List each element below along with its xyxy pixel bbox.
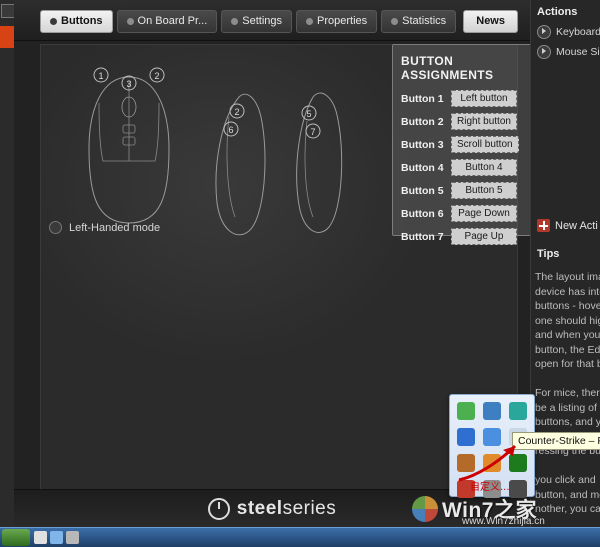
window-topbar: Buttons On Board Pr... Settings Properti…: [14, 0, 530, 41]
button-assignments-panel: BUTTON ASSIGNMENTS Button 1 Left button …: [392, 44, 536, 236]
assignment-row[interactable]: Button 5 Button 5: [393, 180, 535, 201]
action-item-keyboard[interactable]: Keyboard...: [531, 22, 600, 42]
tray-icon-teal[interactable]: [509, 402, 527, 420]
red-accent-block: [0, 26, 14, 48]
button-assignments-title: BUTTON ASSIGNMENTS: [393, 45, 535, 88]
tab-label: Settings: [242, 11, 282, 32]
taskbar-icon-camera[interactable]: [34, 531, 47, 544]
assignment-value[interactable]: Page Up: [451, 228, 517, 245]
tab-label: Properties: [317, 11, 367, 32]
tips-title: Tips: [537, 248, 559, 260]
tab-icon: [127, 18, 134, 25]
assignment-row[interactable]: Button 7 Page Up: [393, 226, 535, 247]
action-item-mouse[interactable]: Mouse Sin...: [531, 42, 600, 62]
brand-name: steelseries: [237, 498, 337, 520]
action-label: Keyboard...: [556, 26, 600, 38]
tab-label: Buttons: [61, 11, 103, 32]
tab-onboard-profiles[interactable]: On Board Pr...: [117, 10, 218, 33]
tips-body: The layout imag device has inter buttons…: [535, 270, 600, 517]
assignment-value[interactable]: Button 4: [451, 159, 517, 176]
play-icon: [537, 25, 551, 39]
start-button[interactable]: [2, 529, 30, 546]
left-handed-mode-toggle[interactable]: Left-Handed mode: [49, 221, 160, 234]
watermark-logo-icon: [412, 496, 438, 522]
assignment-row[interactable]: Button 1 Left button: [393, 88, 535, 109]
watermark-subtext: www.Win7zhijia.cn: [462, 516, 545, 527]
tab-label: On Board Pr...: [138, 11, 208, 32]
svg-text:5: 5: [306, 109, 311, 119]
tab-icon: [50, 18, 57, 25]
svg-text:3: 3: [126, 79, 131, 89]
application-root: Buttons On Board Pr... Settings Properti…: [0, 0, 600, 547]
action-label: Mouse Sin...: [556, 46, 600, 58]
taskbar-icon-app[interactable]: [66, 531, 79, 544]
assignment-value[interactable]: Page Down: [451, 205, 517, 222]
brand-name-bold: steel: [237, 498, 283, 519]
radio-icon[interactable]: [49, 221, 62, 234]
desktop-left-strip: [0, 0, 14, 547]
assignment-label: Button 2: [401, 116, 451, 128]
svg-text:7: 7: [310, 127, 315, 137]
assignment-label: Button 7: [401, 231, 451, 243]
tab-buttons[interactable]: Buttons: [40, 10, 113, 33]
svg-text:6: 6: [228, 125, 233, 135]
assignment-label: Button 6: [401, 208, 451, 220]
tab-icon: [391, 18, 398, 25]
annotation-text: 自定义...: [470, 478, 510, 493]
tab-icon: [231, 18, 238, 25]
tab-properties[interactable]: Properties: [296, 10, 377, 33]
tray-tooltip: Counter-Strike – Fna: [512, 432, 600, 450]
assignment-label: Button 4: [401, 162, 451, 174]
svg-text:1: 1: [98, 71, 103, 81]
tab-icon: [306, 18, 313, 25]
tab-label: Statistics: [402, 11, 446, 32]
assignment-label: Button 5: [401, 185, 451, 197]
svg-text:2: 2: [234, 107, 239, 117]
taskbar-icon-explorer[interactable]: [50, 531, 63, 544]
left-handed-mode-label: Left-Handed mode: [69, 222, 160, 234]
assignment-label: Button 3: [401, 139, 451, 151]
svg-text:2: 2: [154, 71, 159, 81]
tab-statistics[interactable]: Statistics: [381, 10, 456, 33]
tab-bar: Buttons On Board Pr... Settings Properti…: [40, 10, 456, 33]
assignment-label: Button 1: [401, 93, 451, 105]
tray-icon-network[interactable]: [483, 402, 501, 420]
assignment-row[interactable]: Button 4 Button 4: [393, 157, 535, 178]
windows-taskbar: [0, 527, 600, 547]
steelseries-logo-icon: [208, 498, 230, 520]
brand-name-light: series: [283, 498, 337, 519]
desktop-icon[interactable]: [1, 4, 15, 18]
assignment-row[interactable]: Button 6 Page Down: [393, 203, 535, 224]
assignment-value[interactable]: Scroll button: [451, 136, 519, 153]
play-icon: [537, 45, 551, 59]
assignment-value[interactable]: Left button: [451, 90, 517, 107]
assignment-value[interactable]: Right button: [451, 113, 517, 130]
assignment-value[interactable]: Button 5: [451, 182, 517, 199]
assignment-row[interactable]: Button 3 Scroll button: [393, 134, 535, 155]
tab-settings[interactable]: Settings: [221, 10, 292, 33]
plus-icon: [537, 219, 550, 232]
new-action-button[interactable]: New Acti: [537, 219, 598, 232]
news-button[interactable]: News: [463, 10, 518, 33]
tray-icon-green[interactable]: [457, 402, 475, 420]
actions-header: Actions: [531, 0, 600, 22]
new-action-label: New Acti: [555, 220, 598, 232]
assignment-row[interactable]: Button 2 Right button: [393, 111, 535, 132]
